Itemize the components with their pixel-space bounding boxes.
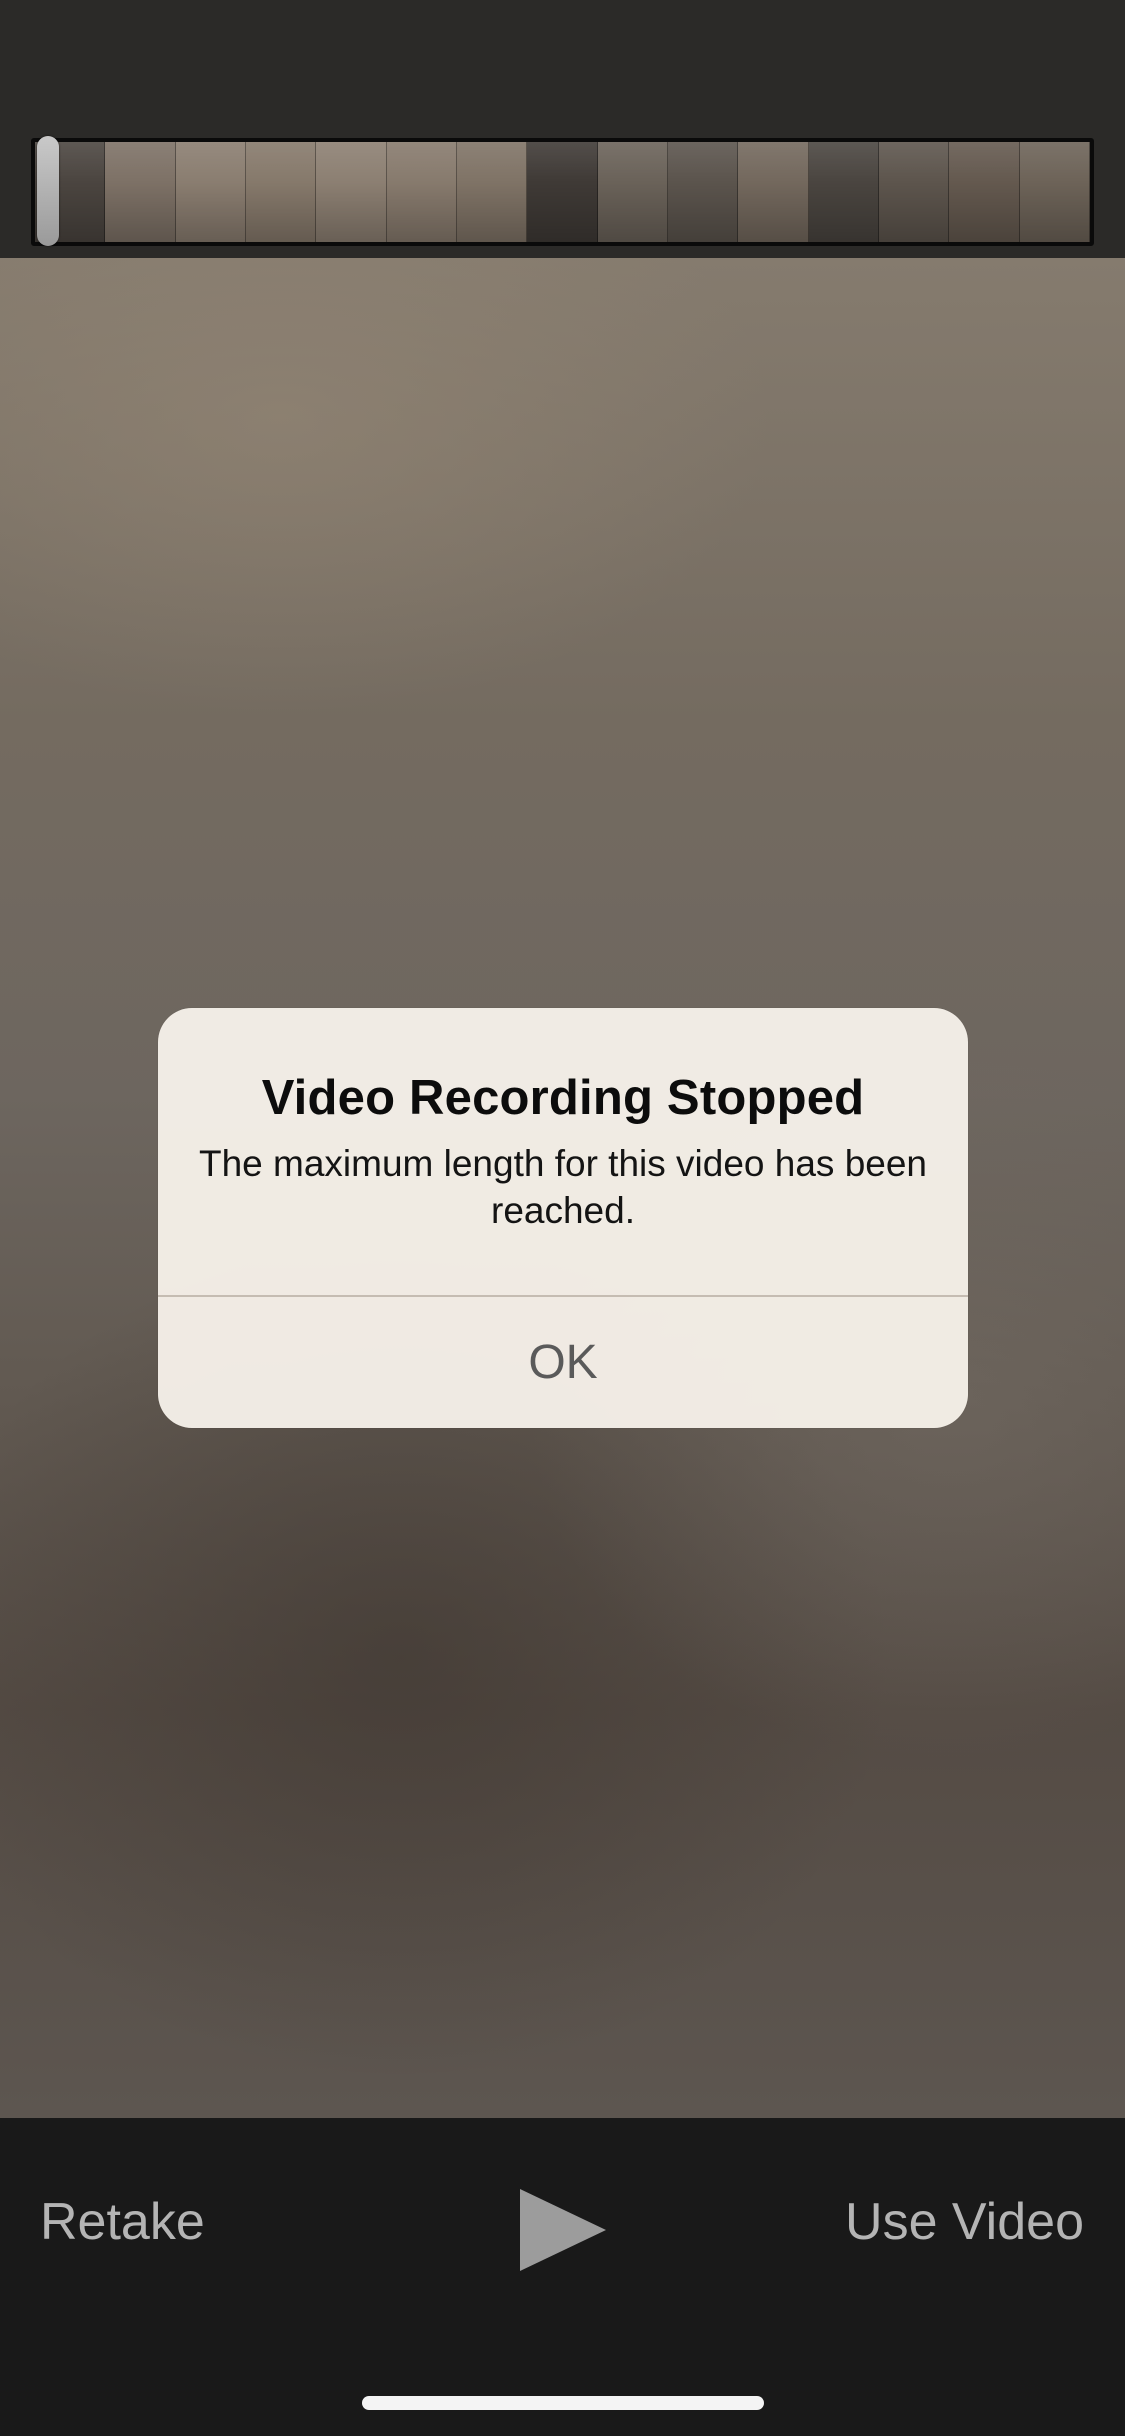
video-frame-thumbnail [667,142,739,242]
video-frame-thumbnail [1019,142,1090,242]
alert-dialog: Video Recording Stopped The maximum leng… [158,1008,968,1428]
video-frame-thumbnail [527,142,598,242]
video-frame-thumbnail [105,142,176,242]
video-frame-thumbnail [808,142,879,242]
timeline-bar [0,0,1125,258]
video-frame-thumbnail [386,142,457,242]
home-indicator[interactable] [362,2396,764,2410]
video-frame-thumbnail [738,142,809,242]
video-frame-thumbnail [597,142,668,242]
alert-message: The maximum length for this video has be… [198,1143,928,1231]
video-frame-strip[interactable] [31,138,1094,246]
video-frame-thumbnail [245,142,317,242]
play-button[interactable] [512,2185,612,2275]
playhead-handle[interactable] [37,136,59,246]
video-frame-thumbnail [175,142,246,242]
camera-video-review-screen: Video Recording Stopped The maximum leng… [0,0,1125,2436]
video-frame-thumbnail [878,142,950,242]
use-video-button[interactable]: Use Video [845,2192,1084,2252]
play-icon [520,2189,606,2271]
alert-title: Video Recording Stopped [261,1071,865,1125]
ok-button[interactable]: OK [158,1297,968,1428]
bottom-toolbar [0,2118,1125,2436]
video-frame-thumbnail [456,142,528,242]
video-frame-thumbnail [949,142,1020,242]
retake-button[interactable]: Retake [40,2192,205,2252]
video-frame-thumbnail [316,142,387,242]
